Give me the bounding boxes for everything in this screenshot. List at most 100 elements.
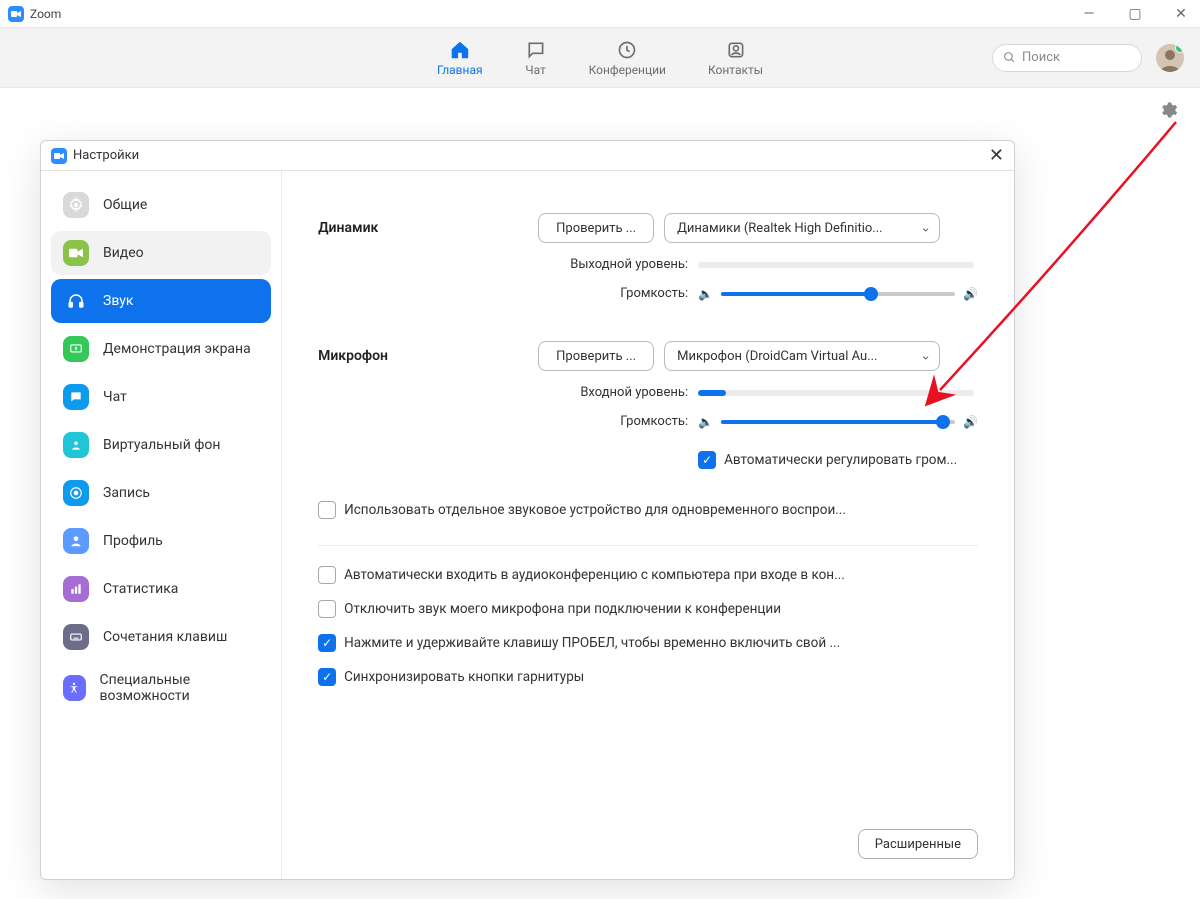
sidebar-item-label: Профиль — [103, 533, 163, 549]
gear-icon[interactable] — [1156, 98, 1180, 122]
speaker-section-label: Динамик — [318, 220, 448, 236]
option-label: Использовать отдельное звуковое устройст… — [344, 502, 846, 518]
nav-label: Конференции — [589, 63, 666, 77]
nav-label: Контакты — [708, 63, 763, 77]
speaker-device-value: Динамики (Realtek High Definitio... — [677, 221, 883, 236]
close-icon[interactable]: ✕ — [989, 145, 1004, 166]
volume-high-icon: 🔊 — [963, 287, 978, 301]
mute-on-join-checkbox[interactable] — [318, 600, 336, 618]
home-icon — [449, 39, 471, 61]
contacts-icon — [724, 39, 746, 61]
top-nav: Главная Чат Конференции Контакты Поиск — [0, 28, 1200, 88]
sidebar-item-label: Общие — [103, 197, 147, 213]
virtual-bg-icon — [63, 432, 89, 458]
headphones-icon — [63, 288, 89, 314]
sidebar-item-accessibility[interactable]: Специальные возможности — [51, 663, 271, 713]
search-input[interactable]: Поиск — [992, 44, 1142, 72]
sidebar-item-general[interactable]: Общие — [51, 183, 271, 227]
accessibility-icon — [63, 675, 86, 701]
sync-headset-checkbox[interactable] — [318, 668, 336, 686]
sidebar-item-label: Чат — [103, 389, 127, 405]
nav-chat[interactable]: Чат — [525, 39, 547, 77]
mic-device-value: Микрофон (DroidCam Virtual Au... — [677, 349, 877, 364]
avatar[interactable] — [1156, 44, 1184, 72]
auto-adjust-checkbox[interactable] — [698, 451, 716, 469]
keyboard-icon — [63, 624, 89, 650]
search-placeholder: Поиск — [1022, 50, 1060, 65]
settings-sidebar: Общие Видео Звук Демонстрация экрана Чат… — [41, 171, 282, 879]
nav-label: Чат — [525, 63, 545, 77]
separator — [318, 545, 978, 546]
test-speaker-button[interactable]: Проверить ... — [538, 213, 654, 243]
nav-label: Главная — [437, 63, 483, 77]
nav-contacts[interactable]: Контакты — [708, 39, 763, 77]
profile-icon — [63, 528, 89, 554]
search-icon — [1003, 51, 1016, 64]
sidebar-item-shortcuts[interactable]: Сочетания клавиш — [51, 615, 271, 659]
chat-icon — [63, 384, 89, 410]
zoom-logo-icon — [8, 6, 24, 22]
sidebar-item-statistics[interactable]: Статистика — [51, 567, 271, 611]
zoom-logo-icon — [51, 148, 67, 164]
option-label: Синхронизировать кнопки гарнитуры — [344, 669, 584, 685]
volume-low-icon: 🔈 — [698, 287, 713, 301]
volume-high-icon: 🔊 — [963, 415, 978, 429]
video-icon — [63, 240, 89, 266]
sidebar-item-chat[interactable]: Чат — [51, 375, 271, 419]
nav-meetings[interactable]: Конференции — [589, 39, 666, 77]
output-level-label: Выходной уровень: — [448, 257, 688, 272]
advanced-button[interactable]: Расширенные — [858, 829, 978, 859]
mic-volume-slider[interactable] — [721, 420, 955, 424]
maximize-button[interactable]: ▢ — [1124, 3, 1146, 25]
input-level-label: Входной уровень: — [448, 385, 688, 400]
share-screen-icon — [63, 336, 89, 362]
app-titlebar: Zoom — ▢ ✕ — [0, 0, 1200, 28]
mic-section-label: Микрофон — [318, 348, 448, 364]
auto-join-audio-checkbox[interactable] — [318, 566, 336, 584]
close-button[interactable]: ✕ — [1170, 3, 1192, 25]
sidebar-item-label: Статистика — [103, 581, 178, 597]
settings-titlebar: Настройки ✕ — [41, 141, 1014, 171]
app-title: Zoom — [30, 7, 61, 21]
output-level-meter — [698, 262, 974, 268]
nav-home[interactable]: Главная — [437, 39, 483, 77]
option-label: Автоматически входить в аудиоконференцию… — [344, 567, 845, 583]
test-mic-button[interactable]: Проверить ... — [538, 341, 654, 371]
sidebar-item-audio[interactable]: Звук — [51, 279, 271, 323]
mic-volume-label: Громкость: — [448, 414, 688, 429]
volume-low-icon: 🔈 — [698, 415, 713, 429]
option-label: Нажмите и удерживайте клавишу ПРОБЕЛ, чт… — [344, 635, 840, 651]
space-unmute-checkbox[interactable] — [318, 634, 336, 652]
sidebar-item-label: Запись — [103, 485, 150, 501]
sidebar-item-label: Звук — [103, 293, 133, 309]
speaker-volume-slider[interactable] — [721, 292, 955, 296]
sidebar-item-virtual-bg[interactable]: Виртуальный фон — [51, 423, 271, 467]
sidebar-item-label: Сочетания клавиш — [103, 629, 227, 645]
settings-title: Настройки — [73, 148, 139, 163]
speaker-volume-label: Громкость: — [448, 286, 688, 301]
sidebar-item-label: Виртуальный фон — [103, 437, 220, 453]
mic-device-select[interactable]: Микрофон (DroidCam Virtual Au... ⌄ — [664, 341, 940, 371]
separate-audio-checkbox[interactable] — [318, 501, 336, 519]
gear-icon — [63, 192, 89, 218]
chevron-down-icon: ⌄ — [920, 349, 931, 364]
record-icon — [63, 480, 89, 506]
sidebar-item-recording[interactable]: Запись — [51, 471, 271, 515]
sidebar-item-profile[interactable]: Профиль — [51, 519, 271, 563]
auto-adjust-label: Автоматически регулировать гром... — [724, 452, 957, 468]
sidebar-item-label: Видео — [103, 245, 144, 261]
sidebar-item-share[interactable]: Демонстрация экрана — [51, 327, 271, 371]
minimize-button[interactable]: — — [1078, 3, 1100, 25]
chart-icon — [63, 576, 89, 602]
sidebar-item-video[interactable]: Видео — [51, 231, 271, 275]
settings-content: Динамик Проверить ... Динамики (Realtek … — [282, 171, 1014, 879]
chat-icon — [525, 39, 547, 61]
input-level-meter — [698, 390, 974, 396]
sidebar-item-label: Специальные возможности — [100, 672, 260, 704]
clock-icon — [616, 39, 638, 61]
option-label: Отключить звук моего микрофона при подкл… — [344, 601, 781, 617]
speaker-device-select[interactable]: Динамики (Realtek High Definitio... ⌄ — [664, 213, 940, 243]
sidebar-item-label: Демонстрация экрана — [103, 341, 251, 357]
settings-window: Настройки ✕ Общие Видео Звук Демонстраци… — [40, 140, 1015, 880]
chevron-down-icon: ⌄ — [920, 221, 931, 236]
